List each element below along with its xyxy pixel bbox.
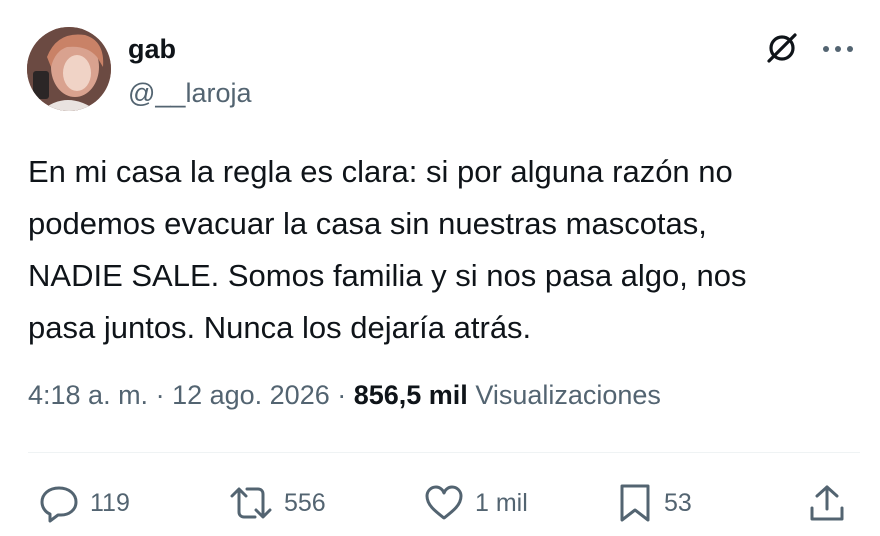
tweet-text: En mi casa la regla es clara: si por alg…	[28, 154, 747, 345]
bookmark-count: 53	[664, 488, 692, 517]
meta-separator: ·	[329, 380, 354, 410]
like-icon	[423, 482, 465, 524]
like-button[interactable]: 1 mil	[423, 483, 528, 523]
display-name[interactable]: gab	[128, 34, 176, 65]
grok-button[interactable]	[762, 30, 802, 70]
like-count: 1 mil	[475, 488, 528, 517]
more-options-button[interactable]	[818, 30, 858, 70]
user-handle[interactable]: @__laroja	[128, 78, 251, 109]
tweet-date[interactable]: 12 ago. 2026	[172, 380, 330, 410]
tweet-meta: 4:18 a. m. · 12 ago. 2026 · 856,5 mil Vi…	[28, 380, 661, 411]
retweet-button[interactable]: 556	[228, 483, 326, 523]
grok-icon	[764, 30, 800, 71]
divider	[28, 452, 860, 453]
reply-button[interactable]: 119	[38, 483, 130, 523]
views-count: 856,5 mil	[353, 380, 468, 410]
share-icon	[806, 482, 848, 524]
reply-count: 119	[90, 488, 130, 517]
bookmark-button[interactable]: 53	[616, 483, 692, 523]
avatar[interactable]	[27, 27, 111, 111]
retweet-count: 556	[284, 488, 326, 517]
tweet-time[interactable]: 4:18 a. m.	[28, 380, 148, 410]
retweet-icon	[228, 482, 274, 524]
meta-separator: ·	[148, 380, 173, 410]
share-button[interactable]	[806, 483, 848, 523]
avatar-photo	[27, 27, 111, 111]
more-icon	[821, 41, 855, 59]
views-label: Visualizaciones	[467, 380, 661, 410]
reply-icon	[38, 482, 80, 524]
bookmark-icon	[616, 482, 654, 524]
